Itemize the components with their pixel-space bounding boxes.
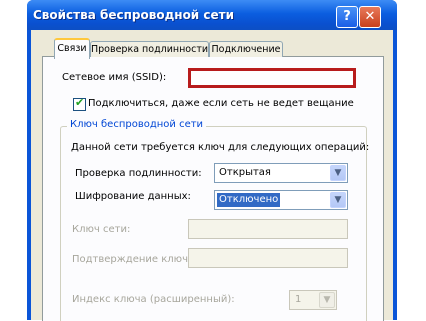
auth-select-value: Открытая [219, 167, 271, 178]
tab-connection[interactable]: Подключение [209, 41, 283, 57]
checkmark-icon: ✔ [75, 96, 85, 109]
window-title: Свойства беспроводной сети [33, 8, 235, 22]
network-key-input[interactable] [188, 219, 348, 239]
ssid-label: Сетевое имя (SSID): [62, 72, 167, 83]
auth-label: Проверка подлинности: [75, 168, 202, 179]
key-index-value: 1 [295, 294, 302, 305]
chevron-down-icon[interactable]: ▼ [330, 165, 346, 181]
key-index-label: Индекс ключа (расширенный): [72, 294, 235, 305]
network-key-label: Ключ сети: [72, 224, 131, 235]
tab-authentication[interactable]: Проверка подлинности [90, 41, 209, 57]
auth-select[interactable]: Открытая ▼ [214, 163, 348, 183]
key-index-spinner[interactable]: 1 ▼ [289, 290, 337, 310]
tab-general[interactable]: Связи [54, 38, 90, 59]
broadcast-checkbox[interactable]: ✔ [73, 96, 86, 111]
confirm-key-label: Подтверждение ключа: [72, 254, 198, 265]
encryption-label: Шифрование данных: [75, 191, 191, 202]
chevron-down-icon[interactable]: ▼ [330, 192, 346, 208]
confirm-key-input[interactable] [188, 248, 348, 268]
encryption-select-value: Отключено [217, 193, 281, 207]
ssid-input[interactable] [188, 68, 356, 88]
spinner-arrow-icon[interactable]: ▼ [319, 292, 335, 308]
wireless-key-group-title: Ключ беспроводной сети [67, 119, 207, 130]
close-button[interactable]: ✕ [359, 6, 381, 28]
broadcast-checkbox-label[interactable]: Подключиться, даже если сеть не ведет ве… [88, 98, 354, 109]
group-description: Данной сети требуется ключ для следующих… [71, 142, 370, 153]
help-button[interactable]: ? [336, 6, 358, 28]
encryption-select[interactable]: Отключено ▼ [214, 190, 348, 210]
